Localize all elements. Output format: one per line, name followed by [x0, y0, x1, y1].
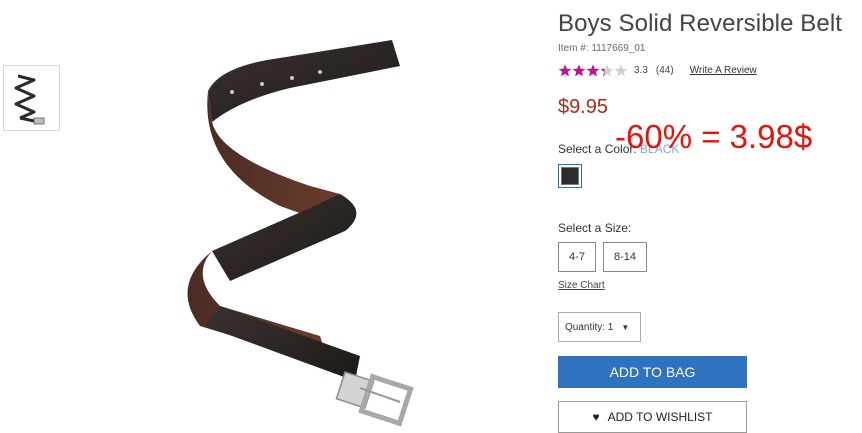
rating-row: 3.3 (44) Write A Review — [558, 63, 757, 77]
color-swatch-black[interactable] — [558, 164, 582, 188]
chevron-down-icon: ▼ — [621, 322, 630, 332]
belt-product-image — [187, 40, 414, 427]
belt-thumbnail-icon — [14, 74, 45, 125]
rating-stars — [558, 64, 628, 77]
quantity-select[interactable]: Quantity: 1 ▼ — [558, 312, 641, 342]
rating-value: 3.3 — [634, 64, 648, 76]
write-review-link[interactable]: Write A Review — [690, 65, 757, 76]
swatch-fill — [561, 167, 579, 185]
add-to-wishlist-button[interactable]: ♥ ADD TO WISHLIST — [558, 401, 747, 433]
heart-icon: ♥ — [592, 410, 600, 424]
size-chart-link[interactable]: Size Chart — [558, 280, 605, 291]
quantity-value: Quantity: 1 — [565, 321, 614, 333]
star-icon — [600, 64, 614, 76]
star-icon — [558, 64, 572, 76]
promo-overlay-text: -60% = 3.98$ — [615, 118, 813, 155]
star-icon — [614, 64, 628, 76]
product-price: $9.95 — [558, 96, 609, 118]
product-title: Boys Solid Reversible Belt — [558, 10, 843, 37]
star-icon — [572, 64, 586, 76]
add-to-bag-button[interactable]: ADD TO BAG — [558, 356, 747, 388]
size-option-4-7[interactable]: 4-7 — [558, 242, 596, 272]
size-label: Select a Size: — [558, 221, 632, 235]
item-number: Item #: 1117669_01 — [558, 43, 646, 54]
review-count: (44) — [655, 64, 674, 76]
product-info-panel: Boys Solid Reversible Belt Item #: 11176… — [558, 0, 862, 433]
product-thumbnail[interactable] — [3, 65, 60, 131]
add-to-wishlist-label: ADD TO WISHLIST — [607, 410, 713, 424]
add-to-bag-label: ADD TO BAG — [609, 364, 696, 380]
size-option-8-14[interactable]: 8-14 — [603, 242, 647, 272]
star-icon — [586, 64, 600, 76]
